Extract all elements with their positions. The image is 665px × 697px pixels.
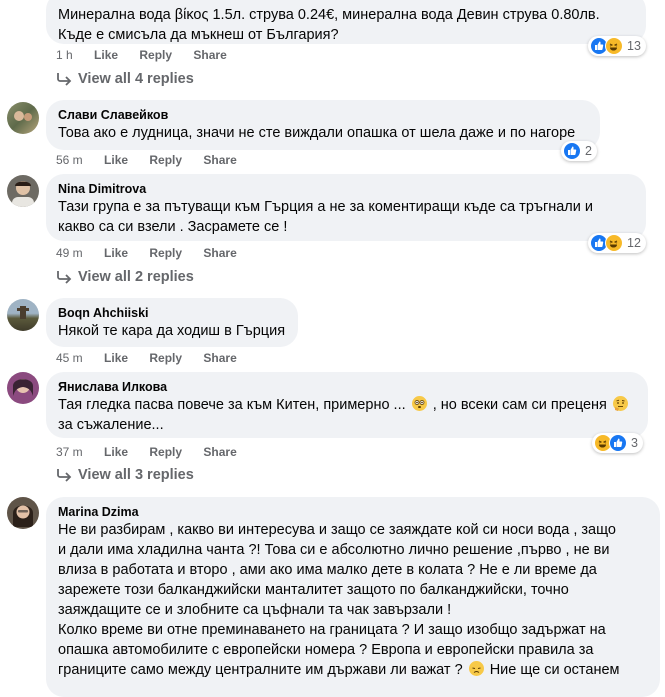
timestamp[interactable]: 1 h	[56, 48, 73, 62]
view-replies-label: View all 3 replies	[78, 467, 194, 483]
reaction-count: 13	[627, 39, 641, 53]
comment-author[interactable]: Boqn Ahchiiski	[58, 305, 286, 321]
comment-line: зарежете този балканджийски манталитет з…	[58, 582, 569, 598]
view-replies-link[interactable]: View all 3 replies	[56, 467, 194, 483]
reaction-summary[interactable]: 12	[588, 233, 646, 253]
comment-actions: 56 m Like Reply Share	[56, 153, 255, 167]
comment-text: Тази група е за пътуващи към Гърция а не…	[58, 197, 634, 237]
reply-arrow-icon	[57, 469, 72, 482]
haha-icon	[605, 234, 623, 252]
comment-line: влиза в работата и второ , ами ако има м…	[58, 562, 597, 578]
comment-line: опашка автомобилите с европейски номера …	[58, 642, 594, 658]
like-button[interactable]: Like	[104, 153, 128, 167]
comment-line: Колко време ви отне преминаването на гра…	[58, 622, 606, 638]
avatar[interactable]	[7, 299, 39, 331]
reaction-count: 2	[585, 144, 592, 158]
comment-line: Ние ще си останем	[489, 662, 620, 678]
reply-button[interactable]: Reply	[149, 246, 182, 260]
share-button[interactable]: Share	[203, 246, 236, 260]
comment-author[interactable]: Янислава Илкова	[58, 379, 636, 395]
comment-text: Тая гледка пасва повече за към Китен, пр…	[58, 395, 636, 435]
share-button[interactable]: Share	[193, 48, 226, 62]
comment-line: Къде е смисъла да мъкнеш от България?	[58, 27, 339, 43]
like-button[interactable]: Like	[104, 351, 128, 365]
comment-line: Минерална вода βίκος 1.5л. струва 0.24€,…	[58, 7, 600, 23]
reaction-summary[interactable]: 2	[561, 141, 597, 161]
comment-bubble: Boqn Ahchiiski Някой те кара да ходиш в …	[46, 298, 298, 347]
reply-button[interactable]: Reply	[149, 351, 182, 365]
flushed-emoji-icon	[411, 396, 427, 411]
share-button[interactable]: Share	[203, 351, 236, 365]
timestamp[interactable]: 45 m	[56, 351, 83, 365]
view-replies-link[interactable]: View all 2 replies	[56, 269, 194, 285]
share-button[interactable]: Share	[203, 153, 236, 167]
comment-line: Тази група е за пътуващи към Гърция а не…	[58, 199, 593, 215]
comment-line: Тая гледка пасва повече за към Китен, пр…	[58, 397, 406, 413]
comment-text: Не ви разбирам , какво ви интересува и з…	[58, 520, 648, 680]
timestamp[interactable]: 37 m	[56, 445, 83, 459]
comment-actions: 45 m Like Reply Share	[56, 351, 255, 365]
comment-author[interactable]: Marina Dzima	[58, 504, 648, 520]
view-replies-link[interactable]: View all 4 replies	[56, 71, 194, 87]
like-button[interactable]: Like	[94, 48, 118, 62]
reaction-count: 12	[627, 236, 641, 250]
thinking-emoji-icon	[612, 396, 628, 411]
view-replies-label: View all 2 replies	[78, 269, 194, 285]
comment-bubble: Янислава Илкова Тая гледка пасва повече …	[46, 372, 648, 438]
like-icon	[563, 142, 581, 160]
comment-line: заяждащите се и злобните са цъфнали та ч…	[58, 602, 452, 618]
like-button[interactable]: Like	[104, 246, 128, 260]
comment-bubble: Nina Dimitrova Тази група е за пътуващи …	[46, 174, 646, 241]
comment-actions: 49 m Like Reply Share	[56, 246, 255, 260]
comment-text: Минерална вода βίκος 1.5л. струва 0.24€,…	[58, 5, 634, 45]
comment-line: Не ви разбирам , какво ви интересува и з…	[58, 522, 616, 538]
reaction-count: 3	[631, 436, 638, 450]
share-button[interactable]: Share	[203, 445, 236, 459]
avatar[interactable]	[7, 175, 39, 207]
reply-arrow-icon	[57, 73, 72, 86]
reaction-summary[interactable]: 3	[592, 433, 643, 453]
reply-arrow-icon	[57, 271, 72, 284]
reaction-summary[interactable]: 13	[588, 36, 646, 56]
comment-bubble: Слави Славейков Това ако е лудница, знач…	[46, 100, 600, 150]
comment-actions: 1 h Like Reply Share	[56, 48, 245, 62]
comment-line: , но всеки сам си преценя	[432, 397, 607, 413]
comment-line: и дали има хладилна чанта ?! Това си е а…	[58, 542, 610, 558]
like-button[interactable]: Like	[104, 445, 128, 459]
disappointed-emoji-icon	[468, 661, 484, 676]
comment-bubble: Минерална вода βίκος 1.5л. струва 0.24€,…	[46, 0, 646, 44]
comment-text: Някой те кара да ходиш в Гърция	[58, 323, 286, 339]
timestamp[interactable]: 56 m	[56, 153, 83, 167]
comment-bubble: Marina Dzima Не ви разбирам , какво ви и…	[46, 497, 660, 697]
comment-line: границите само между централните им държ…	[58, 662, 463, 678]
comment-author[interactable]: Nina Dimitrova	[58, 181, 634, 197]
comment-line: какво са си взели . Засрамете се !	[58, 219, 288, 235]
haha-icon	[605, 37, 623, 55]
avatar[interactable]	[7, 497, 39, 529]
avatar[interactable]	[7, 102, 39, 134]
timestamp[interactable]: 49 m	[56, 246, 83, 260]
comment-text: Това ако е лудница, значи не сте виждали…	[58, 125, 576, 141]
comment-line: за съжаление...	[58, 417, 164, 433]
view-replies-label: View all 4 replies	[78, 71, 194, 87]
reply-button[interactable]: Reply	[139, 48, 172, 62]
reply-button[interactable]: Reply	[149, 153, 182, 167]
avatar[interactable]	[7, 372, 39, 404]
like-icon	[609, 434, 627, 452]
reply-button[interactable]: Reply	[149, 445, 182, 459]
comment-actions: 37 m Like Reply Share	[56, 445, 255, 459]
comment-author[interactable]: Слави Славейков	[58, 107, 588, 123]
